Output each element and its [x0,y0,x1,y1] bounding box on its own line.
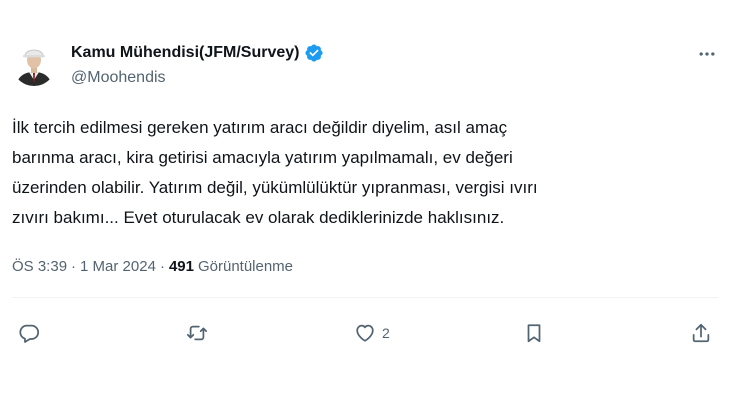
author-name-row: Kamu Mühendisi(JFM/Survey) [71,43,324,63]
tweet-meta: ÖS 3:39 · 1 Mar 2024 · 491 Görüntülenme [12,258,293,275]
reply-button[interactable] [18,318,46,348]
like-icon [356,324,374,342]
avatar[interactable] [12,42,56,86]
tweet-text-line: üzerinden olabilir. Yatırım değil, yüküm… [12,178,538,197]
retweet-icon [186,325,208,341]
like-button[interactable]: 2 [354,318,390,348]
action-bar: 2 [0,318,730,348]
author-display-name[interactable]: Kamu Mühendisi(JFM/Survey) [71,44,299,62]
tweet: Kamu Mühendisi(JFM/Survey) @Moohendis İl… [0,0,730,420]
meta-separator: · [159,258,165,275]
share-icon [692,323,710,343]
tweet-time[interactable]: ÖS 3:39 [12,258,67,275]
tweet-text-line: İlk tercih edilmesi gereken yatırım arac… [12,118,508,137]
author-handle[interactable]: @Moohendis [71,69,166,87]
tweet-text-line: zıvırı bakımı... Evet oturulacak ev olar… [12,208,505,227]
bookmark-icon [527,324,541,343]
more-icon [699,52,715,56]
bookmark-button[interactable] [523,318,551,348]
views-count: 491 [168,258,194,275]
share-button[interactable] [690,318,712,348]
tweet-text: İlk tercih edilmesi gereken yatırım arac… [12,113,702,233]
more-options-button[interactable] [696,43,718,65]
tweet-text-line: barınma aracı, kira getirisi amacıyla ya… [12,148,513,167]
divider [12,297,718,298]
like-count: 2 [382,325,390,341]
meta-separator: · [71,258,77,275]
retweet-button[interactable] [186,318,214,348]
avatar-image [12,42,56,86]
reply-icon [19,324,40,343]
verified-badge-icon [304,43,324,63]
views-label: Görüntülenme [197,258,294,275]
tweet-date[interactable]: 1 Mar 2024 [80,258,156,275]
